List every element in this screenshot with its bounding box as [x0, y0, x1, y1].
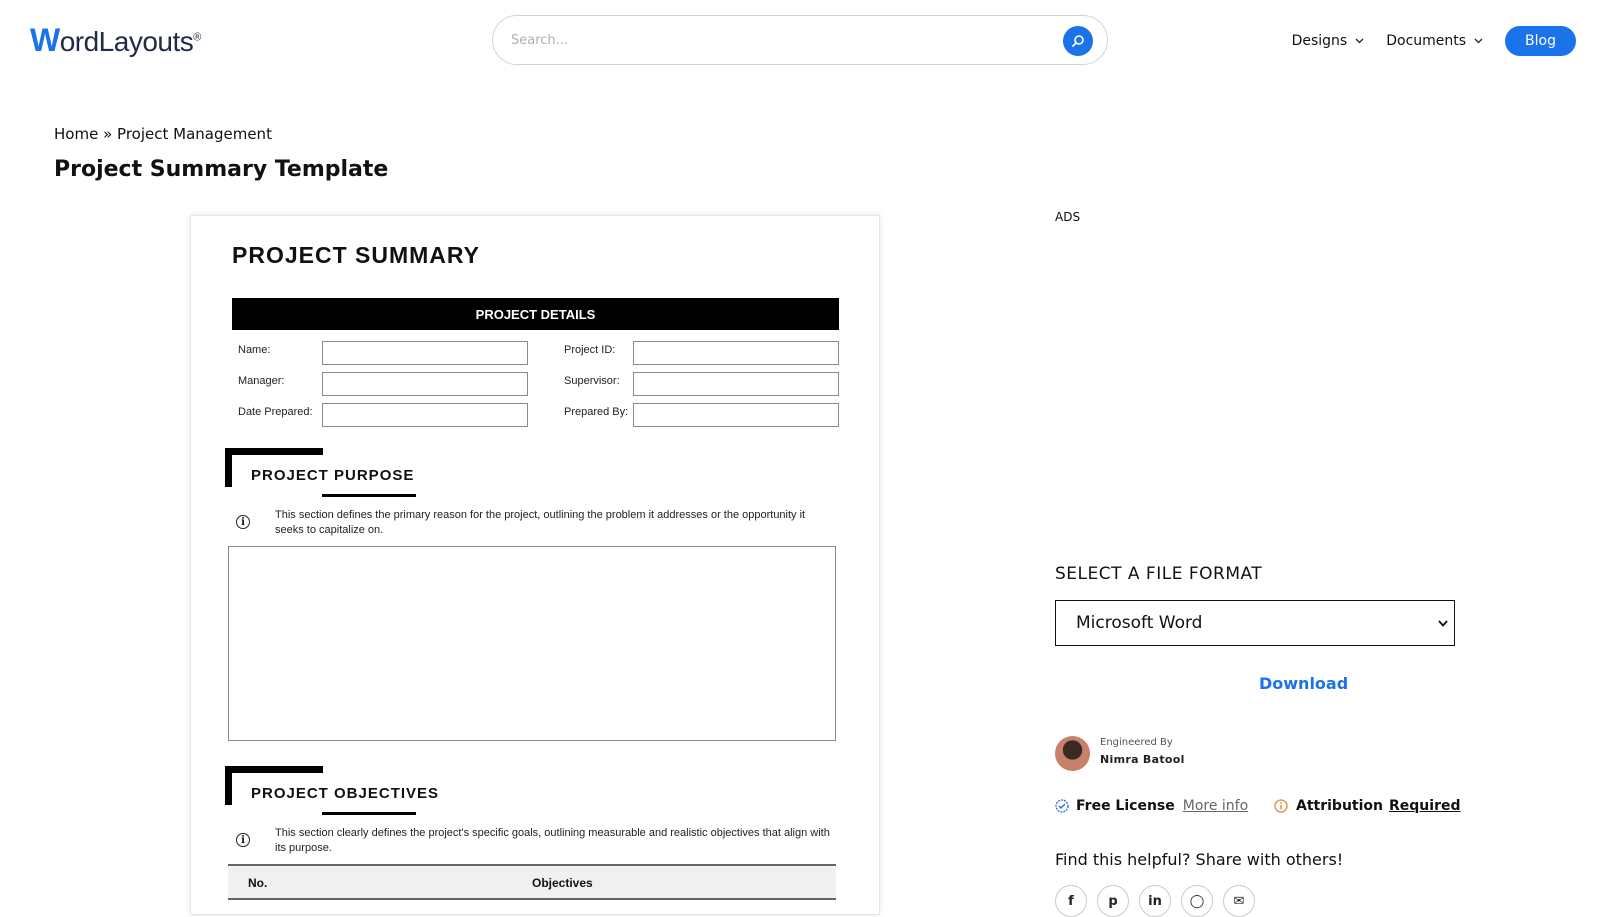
chevron-down-icon: [1438, 619, 1448, 627]
linkedin-icon[interactable]: in: [1139, 885, 1171, 917]
project-details-header: PROJECT DETAILS: [232, 298, 839, 330]
objectives-info-text: This section clearly defines the project…: [275, 827, 830, 854]
field-label-manager: Manager:: [238, 375, 285, 387]
attribution-info: Attribution Required: [1274, 798, 1460, 814]
nav-documents[interactable]: Documents: [1386, 27, 1483, 55]
column-header-no: No.: [248, 876, 268, 890]
license-info: Free License More info: [1055, 798, 1248, 814]
section-underline: [322, 494, 416, 497]
license-more-info-link[interactable]: More info: [1183, 798, 1248, 814]
breadcrumb-separator: »: [103, 125, 113, 143]
field-box-manager: [322, 372, 528, 396]
info-icon: i: [236, 515, 250, 529]
download-button[interactable]: Download: [1259, 674, 1348, 693]
avatar: [1055, 736, 1090, 771]
field-label-prepared-by: Prepared By:: [564, 406, 629, 418]
breadcrumb: Home » Project Management: [54, 125, 272, 143]
search-button[interactable]: [1063, 26, 1093, 56]
blog-button[interactable]: Blog: [1505, 26, 1576, 56]
purpose-info-text: This section defines the primary reason …: [275, 509, 806, 536]
author-name[interactable]: Nimra Batool: [1100, 753, 1185, 766]
page-title: Project Summary Template: [54, 157, 389, 182]
ads-label: ADS: [1055, 210, 1081, 224]
field-box-supervisor: [633, 372, 839, 396]
section-bracket: [225, 448, 232, 487]
info-circle-icon: [1274, 799, 1288, 813]
engineered-by-label: Engineered By: [1100, 737, 1173, 748]
share-label: Find this helpful? Share with others!: [1055, 850, 1344, 869]
objectives-section-header: PROJECT OBJECTIVES: [225, 766, 445, 826]
search-bar: [492, 15, 1108, 65]
info-icon: i: [236, 833, 250, 847]
facebook-icon[interactable]: f: [1055, 885, 1087, 917]
attribution-label: Attribution: [1296, 798, 1383, 814]
doc-title: PROJECT SUMMARY: [232, 242, 480, 268]
field-label-project-id: Project ID:: [564, 344, 616, 356]
purpose-text-box: [228, 546, 836, 741]
whatsapp-icon[interactable]: ◯: [1181, 885, 1213, 917]
logo-text: ordLayouts: [59, 26, 194, 57]
purpose-title: PROJECT PURPOSE: [251, 467, 415, 484]
breadcrumb-category[interactable]: Project Management: [117, 125, 272, 143]
registered-mark: ®: [193, 31, 201, 44]
section-bracket: [225, 766, 323, 773]
badge-check-icon: [1055, 799, 1069, 813]
file-format-label: SELECT A FILE FORMAT: [1055, 564, 1263, 584]
file-format-selected: Microsoft Word: [1076, 613, 1203, 633]
purpose-section-header: PROJECT PURPOSE: [225, 448, 445, 508]
email-icon[interactable]: ✉: [1223, 885, 1255, 917]
search-input[interactable]: [511, 28, 1031, 52]
site-header: WordLayouts® Designs Documents Blog: [0, 0, 1600, 80]
pinterest-icon[interactable]: p: [1097, 885, 1129, 917]
section-bracket: [225, 766, 232, 805]
breadcrumb-home[interactable]: Home: [54, 125, 98, 143]
field-label-supervisor: Supervisor:: [564, 375, 620, 387]
field-label-date-prepared: Date Prepared:: [238, 406, 313, 418]
field-box-prepared-by: [633, 403, 839, 427]
attribution-required-link[interactable]: Required: [1389, 798, 1460, 814]
objectives-title: PROJECT OBJECTIVES: [251, 785, 440, 802]
file-format-select[interactable]: Microsoft Word: [1055, 600, 1455, 646]
chevron-down-icon: [1474, 38, 1483, 44]
logo-w: W: [30, 22, 60, 58]
main-nav: Designs Documents Blog: [1292, 26, 1576, 56]
nav-designs[interactable]: Designs: [1292, 27, 1365, 55]
column-header-objectives: Objectives: [532, 876, 593, 890]
chevron-down-icon: [1355, 38, 1364, 44]
license-label: Free License: [1076, 798, 1175, 814]
document-preview: PROJECT SUMMARY PROJECT DETAILS Name: Pr…: [190, 215, 880, 915]
site-logo[interactable]: WordLayouts®: [30, 22, 201, 59]
field-label-name: Name:: [238, 344, 271, 356]
field-box-project-id: [633, 341, 839, 365]
share-icons: f p in ◯ ✉: [1055, 885, 1265, 917]
field-box-date-prepared: [322, 403, 528, 427]
field-box-name: [322, 341, 528, 365]
search-icon: [1072, 35, 1084, 47]
objectives-table-header: No. Objectives: [228, 864, 836, 900]
nav-designs-label: Designs: [1291, 33, 1348, 49]
nav-documents-label: Documents: [1386, 33, 1467, 49]
section-underline: [322, 812, 416, 815]
section-bracket: [225, 448, 323, 455]
